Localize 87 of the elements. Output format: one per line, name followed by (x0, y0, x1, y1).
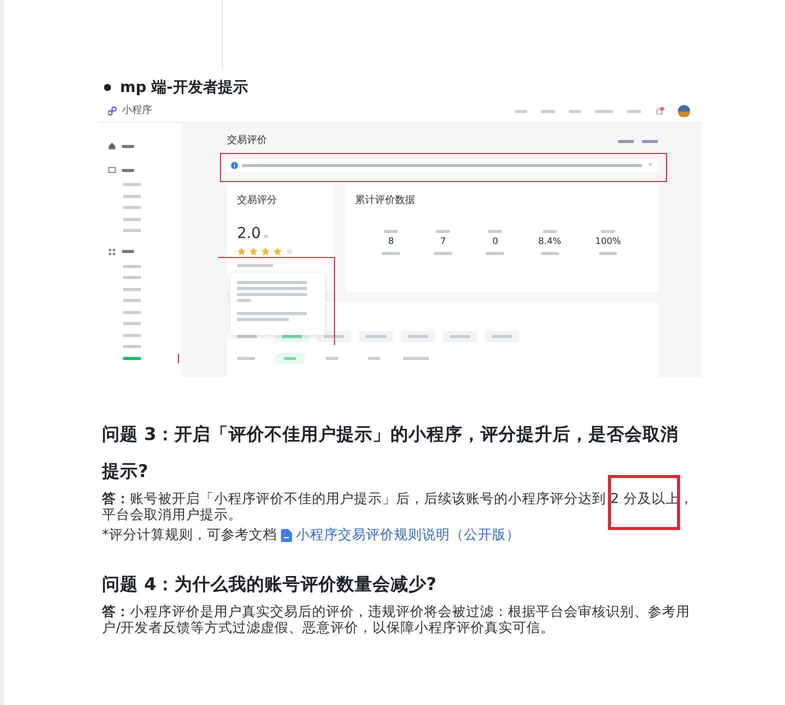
blurred-text-line (366, 335, 386, 338)
blurred-text-line (237, 281, 307, 284)
blurred-text-line (237, 318, 289, 321)
blurred-text-line (123, 288, 141, 291)
section-title: mp 端-开发者提示 (120, 78, 248, 96)
bullet-dot (104, 84, 111, 90)
blurred-text-line (237, 293, 307, 296)
blurred-text-line (326, 357, 338, 360)
blurred-text-line (642, 140, 658, 143)
blurred-text-line (486, 252, 504, 255)
blurred-text-line (237, 287, 307, 290)
grid-icon (108, 248, 116, 256)
blurred-text-line (382, 252, 400, 255)
blurred-text-line (403, 357, 429, 360)
blurred-text-line (123, 299, 141, 302)
blurred-text-line (599, 252, 618, 255)
blurred-text-line (123, 183, 141, 186)
blurred-text-line (492, 335, 512, 338)
stat-value: 100% (595, 238, 621, 247)
blurred-text-line (123, 334, 141, 337)
blurred-text-line (541, 110, 555, 112)
blurred-text-line (237, 312, 307, 315)
star-icon (285, 246, 294, 256)
blurred-text-line (488, 230, 502, 233)
blurred-text-line (237, 357, 255, 360)
blurred-text-line (368, 357, 380, 360)
stat-value: 8.4% (538, 238, 562, 247)
blurred-text-line (282, 335, 302, 338)
blurred-text-line (123, 345, 141, 348)
bell-icon[interactable] (655, 106, 664, 116)
blurred-text-line (122, 250, 134, 253)
blurred-text-line (123, 276, 141, 280)
note-text: *评分计算规则，可参考文档 (102, 527, 277, 543)
brand-name: 小程序 (122, 106, 152, 116)
blurred-text-line (436, 230, 450, 233)
answer-text: 答：小程序评价是用户真实交易后的评价，违规评价将会被过滤：根据平台会审核识别、参考用户/开发者反馈等方式过滤虚假、恶意评价，以保障小程序评价真实可信。 (102, 604, 691, 636)
star-icon (261, 246, 270, 256)
question-heading: 问题 4：为什么我的账号评价数量会减少? (102, 574, 438, 597)
blurred-text-line (123, 356, 141, 360)
blurred-text-line (123, 264, 141, 268)
card-title: 交易评分 (237, 194, 277, 206)
blurred-text-line (627, 110, 641, 112)
blurred-text-line (123, 310, 141, 314)
blurred-text-line (264, 234, 268, 238)
blurred-text-line (123, 229, 141, 232)
blurred-text-line (122, 168, 134, 172)
star-icon (249, 246, 258, 256)
blurred-text-line (450, 335, 470, 338)
card-title: 累计评价数据 (355, 194, 415, 206)
home-icon (108, 142, 116, 150)
question-heading: 问题 3：开启「评价不佳用户提示」的小程序，评分提升后，是否会取消提示? (102, 424, 680, 484)
doc-link[interactable]: 小程序交易评价规则说明（公开版） (296, 527, 520, 543)
page-title: 交易评价 (227, 136, 267, 146)
blurred-text-line (237, 264, 273, 267)
blurred-text-line (434, 252, 452, 255)
blurred-text-line (384, 230, 398, 233)
stat-value: 8 (388, 238, 394, 247)
blurred-text-line (408, 335, 428, 338)
blurred-text-line (123, 194, 141, 198)
document-icon (280, 528, 292, 542)
blurred-text-line (237, 335, 257, 338)
score-value: 2.0 (237, 226, 261, 241)
logo-icon (108, 106, 118, 116)
blurred-text-line (324, 335, 344, 338)
blurred-text-line (122, 144, 134, 148)
blurred-text-line (595, 110, 613, 112)
blurred-text-line (123, 218, 141, 221)
blurred-text-line (123, 206, 141, 210)
blurred-text-line (515, 110, 527, 112)
blurred-text-line (542, 230, 557, 233)
blurred-text-line (237, 299, 251, 302)
star-icon (273, 246, 282, 256)
inbox-icon (108, 166, 116, 174)
stat-value: 7 (440, 238, 446, 247)
answer-text: 答：账号被开启「小程序评价不佳的用户提示」后，后续该账号的小程序评分达到 2 分及以上，平台会取消用户提示。 (102, 491, 694, 523)
star-icon (237, 246, 246, 256)
time-chip[interactable] (275, 353, 305, 364)
info-icon (231, 162, 238, 169)
blurred-text-line (569, 110, 581, 112)
blurred-text-line (649, 163, 652, 166)
stat-value: 0 (492, 238, 498, 247)
blurred-text-line (540, 252, 559, 255)
blurred-text-line (123, 322, 141, 326)
blurred-text-line (618, 140, 634, 143)
avatar-icon[interactable] (678, 105, 690, 117)
blurred-text-line (284, 357, 296, 360)
blurred-text-line (601, 230, 616, 233)
